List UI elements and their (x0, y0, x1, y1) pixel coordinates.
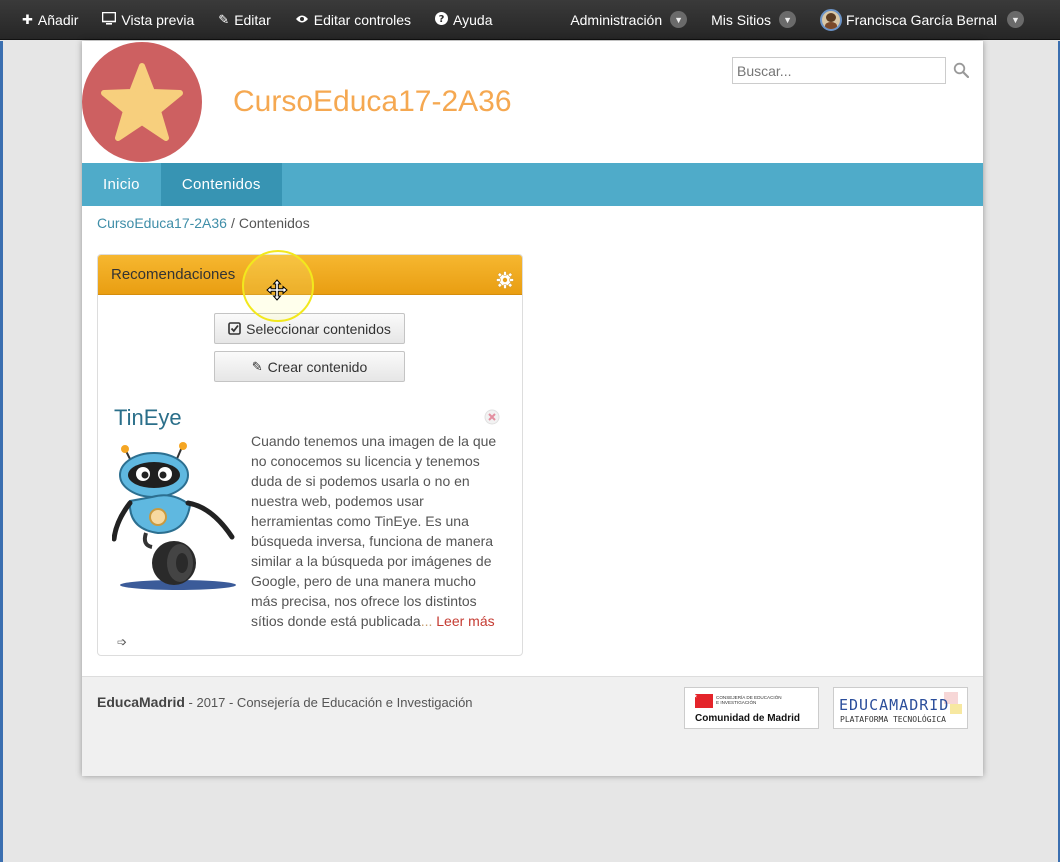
checkbox-icon (228, 322, 241, 335)
arrow-right-icon: ➩ (117, 635, 128, 649)
user-menu[interactable]: Francisca García Bernal ▼ (808, 0, 1036, 40)
search-input[interactable] (732, 57, 946, 84)
em-name: EDUCAMADRID (839, 696, 949, 714)
footer: EducaMadrid - 2017 - Consejería de Educa… (82, 676, 983, 776)
edit-controls-button[interactable]: Editar controles (283, 0, 423, 40)
breadcrumb-separator: / (230, 215, 235, 231)
question-icon: ? (435, 12, 449, 27)
user-name: Francisca García Bernal (846, 11, 997, 28)
edit-label: Editar (234, 11, 271, 28)
cm-line2: E INVESTIGACIÓN (716, 699, 756, 705)
dockbar-right: Administración ▼ Mis Sitios ▼ Francisca … (558, 0, 1060, 40)
asset-summary-text: Cuando tenemos una imagen de la que no c… (251, 433, 497, 629)
read-more-link[interactable]: Leer más (436, 613, 494, 629)
edit-icon: ✎ (218, 12, 230, 27)
educamadrid-logo-graphic: EDUCAMADRID PLATAFORMA TECNOLÓGICA (839, 692, 962, 724)
comunidad-madrid-logo[interactable]: CONSEJERÍA DE EDUCACIÓN E INVESTIGACIÓN … (684, 687, 819, 729)
close-icon[interactable] (484, 409, 500, 425)
chevron-down-icon: ▼ (670, 11, 688, 28)
site-logo[interactable] (82, 42, 202, 162)
add-label: Añadir (37, 11, 79, 28)
background-window-edge (0, 41, 3, 862)
footer-copyright: - 2017 - Consejería de Educación e Inves… (184, 695, 473, 710)
site-header: CursoEduca17-2A36 (82, 41, 983, 163)
comunidad-madrid-logo-graphic: CONSEJERÍA DE EDUCACIÓN E INVESTIGACIÓN … (693, 694, 800, 724)
select-content-label: Seleccionar contenidos (246, 320, 391, 337)
my-sites-label: Mis Sitios (711, 11, 772, 28)
eye-icon (295, 13, 309, 26)
chevron-down-icon: ▼ (1007, 11, 1024, 28)
help-label: Ayuda (453, 11, 493, 28)
cm-name: Comunidad de Madrid (695, 713, 800, 724)
chevron-down-icon: ▼ (779, 11, 797, 28)
preview-label: Vista previa (121, 11, 195, 28)
main-navigation: Inicio Contenidos (82, 163, 983, 206)
pencil-icon: ✎ (251, 358, 263, 374)
asset-summary: Cuando tenemos una imagen de la que no c… (113, 431, 505, 652)
dockbar: ✚ Añadir Vista previa ✎ Editar Editar co… (0, 0, 1060, 40)
add-button[interactable]: ✚ Añadir (0, 0, 90, 40)
image-spacer (113, 431, 251, 617)
admin-menu[interactable]: Administración ▼ (558, 0, 699, 40)
asset-title[interactable]: TinEye (114, 405, 182, 431)
read-more-label: Leer más (436, 613, 495, 629)
breadcrumb-site-link[interactable]: CursoEduca17-2A36 (97, 215, 227, 231)
preview-button[interactable]: Vista previa (90, 0, 206, 40)
gear-icon[interactable] (496, 271, 514, 289)
help-button[interactable]: ? Ayuda (423, 0, 504, 40)
breadcrumb-current: Contenidos (238, 215, 310, 231)
avatar (820, 8, 843, 31)
nav-item-inicio[interactable]: Inicio (82, 163, 161, 206)
educamadrid-logo[interactable]: EDUCAMADRID PLATAFORMA TECNOLÓGICA (833, 687, 968, 729)
create-content-label: Crear contenido (267, 358, 368, 375)
page-container: CursoEduca17-2A36 Inicio Contenidos Curs… (82, 41, 983, 776)
breadcrumb: CursoEduca17-2A36/Contenidos (97, 215, 310, 231)
em-sub: PLATAFORMA TECNOLÓGICA (840, 713, 946, 724)
star-icon (101, 63, 183, 141)
nav-item-contenidos[interactable]: Contenidos (160, 163, 282, 206)
site-title[interactable]: CursoEduca17-2A36 (233, 85, 512, 119)
search-icon[interactable] (953, 62, 969, 78)
portlet-title: Recomendaciones (111, 266, 236, 283)
admin-label: Administración (570, 11, 663, 28)
edit-controls-label: Editar controles (313, 11, 412, 28)
create-content-button[interactable]: ✎ Crear contenido (214, 351, 405, 382)
monitor-icon (102, 11, 117, 27)
footer-brand: EducaMadrid (97, 694, 185, 710)
move-cursor-icon (266, 279, 288, 301)
svg-text:?: ? (439, 14, 445, 25)
edit-button[interactable]: ✎ Editar (206, 0, 282, 40)
my-sites-menu[interactable]: Mis Sitios ▼ (699, 0, 808, 40)
asset-ellipsis: ... (420, 613, 433, 629)
footer-text: EducaMadrid - 2017 - Consejería de Educa… (97, 694, 473, 710)
select-content-button[interactable]: Seleccionar contenidos (214, 313, 405, 344)
recommendations-portlet: Recomendaciones Seleccionar contenidos ✎… (97, 254, 523, 656)
plus-icon: ✚ (22, 12, 33, 27)
